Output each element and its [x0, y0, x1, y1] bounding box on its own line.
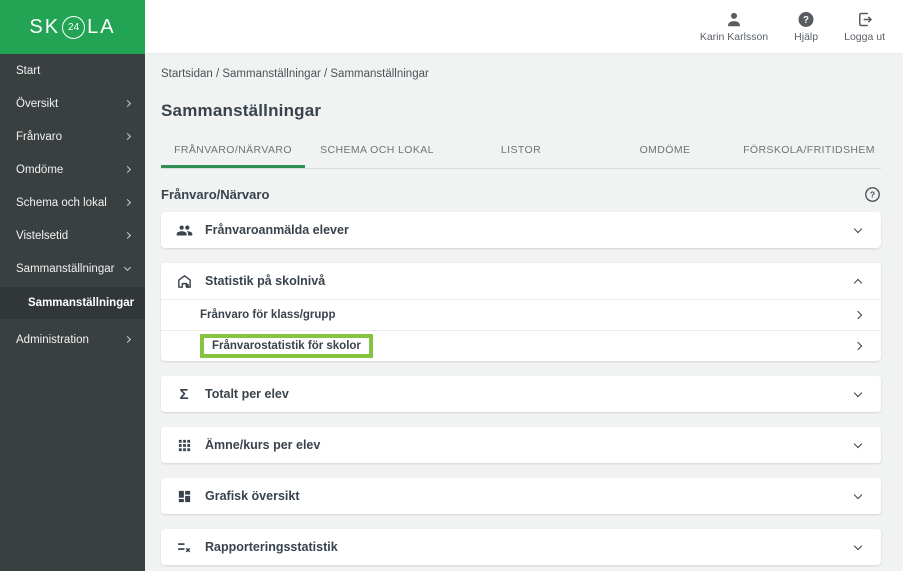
page-title: Sammanställningar — [161, 101, 322, 120]
sidebar-item-label: Administration — [16, 333, 89, 346]
chevron-down-icon — [853, 388, 863, 397]
section-title: Frånvaro/Närvaro — [161, 187, 270, 202]
link-franvaro-for-klass-grupp[interactable]: Frånvaro för klass/grupp — [161, 299, 881, 330]
chevron-down-icon — [853, 224, 863, 233]
chevron-right-icon — [123, 99, 132, 108]
sidebar-item-administration[interactable]: Administration — [0, 323, 145, 356]
sidebar-item-omdome[interactable]: Omdöme — [0, 153, 145, 186]
accordion-grafisk-oversikt: Grafisk översikt — [161, 478, 881, 514]
accordion-totalt-per-elev: Σ Totalt per elev — [161, 376, 881, 412]
sidebar-subitem-label: Sammanställningar — [28, 297, 135, 309]
sidebar-item-franvaro[interactable]: Frånvaro — [0, 120, 145, 153]
chevron-up-icon — [853, 278, 863, 287]
logo-text-pre: SK — [29, 15, 61, 38]
chevron-right-icon — [123, 231, 132, 240]
link-franvarostatistik-for-skolor[interactable]: Frånvarostatistik för skolor — [161, 330, 881, 361]
tab-forskola-fritidshem[interactable]: FÖRSKOLA/FRITIDSHEM — [737, 136, 881, 168]
tab-bar: FRÅNVARO/NÄRVARO SCHEMA OCH LOKAL LISTOR… — [161, 136, 881, 169]
sidebar-item-label: Frånvaro — [16, 130, 63, 143]
chevron-down-icon — [853, 439, 863, 448]
logo-text-post: LA — [87, 15, 116, 38]
accordion-header[interactable]: Ämne/kurs per elev — [161, 427, 881, 463]
sidebar-item-start[interactable]: Start — [0, 54, 145, 87]
sidebar-item-label: Vistelsetid — [16, 229, 69, 242]
group-icon — [175, 222, 193, 239]
sidebar-item-label: Schema och lokal — [16, 196, 107, 209]
accordion-rapporteringsstatistik: Rapporteringsstatistik — [161, 529, 881, 565]
tab-omdome[interactable]: OMDÖME — [593, 136, 737, 168]
skola24-logo[interactable]: SK 24 LA — [0, 0, 145, 54]
sidebar: SK 24 LA Start Översikt Frånvaro Omdöme Sc… — [0, 0, 145, 571]
accordion-franvaroanmalda-elever: Frånvaroanmälda elever — [161, 212, 881, 248]
chevron-right-icon — [123, 198, 132, 207]
chevron-right-icon — [123, 335, 132, 344]
chevron-right-icon — [853, 310, 863, 320]
top-bar: Karin Karlsson ? Hjälp Logga ut — [145, 0, 903, 54]
sidebar-subitem-sammanstallningar[interactable]: Sammanställningar — [0, 288, 145, 318]
tab-listor[interactable]: LISTOR — [449, 136, 593, 168]
sidebar-submenu: Sammanställningar — [0, 287, 145, 319]
chevron-down-icon — [853, 541, 863, 550]
user-icon — [725, 10, 743, 29]
sidebar-item-sammanstallningar[interactable]: Sammanställningar — [0, 252, 145, 285]
accordion-header[interactable]: Rapporteringsstatistik — [161, 529, 881, 565]
sidebar-nav: Start Översikt Frånvaro Omdöme Schema oc… — [0, 54, 145, 356]
logout-label: Logga ut — [844, 31, 885, 43]
tab-franvaro-narvaro[interactable]: FRÅNVARO/NÄRVARO — [161, 136, 305, 168]
grid-icon — [175, 438, 193, 453]
chevron-down-icon — [853, 490, 863, 499]
sub-link-label: Frånvarostatistik för skolor — [212, 340, 361, 352]
report-icon — [175, 539, 193, 556]
app-window: SK 24 LA Start Översikt Frånvaro Omdöme Sc… — [0, 0, 903, 571]
highlight-box: Frånvarostatistik för skolor — [200, 334, 373, 358]
svg-text:?: ? — [803, 15, 809, 26]
sigma-icon: Σ — [179, 385, 189, 403]
help-label: Hjälp — [794, 31, 819, 43]
school-icon — [175, 273, 193, 290]
sidebar-item-schema-och-lokal[interactable]: Schema och lokal — [0, 186, 145, 219]
sidebar-item-label: Start — [16, 64, 41, 77]
accordion-statistik-pa-skolniva: Statistik på skolnivå Frånvaro för klass… — [161, 263, 881, 361]
page-content: Startsidan / Sammanställningar / Sammans… — [145, 54, 903, 571]
main-area: Karin Karlsson ? Hjälp Logga ut Startsid… — [145, 0, 903, 571]
user-name-label: Karin Karlsson — [699, 31, 769, 43]
chevron-right-icon — [123, 132, 132, 141]
sidebar-item-label: Översikt — [16, 97, 59, 110]
chevron-down-icon — [123, 263, 132, 271]
sidebar-item-label: Omdöme — [16, 163, 64, 176]
chevron-right-icon — [123, 165, 132, 174]
accordion-header[interactable]: Grafisk översikt — [161, 478, 881, 514]
accordion-label: Ämne/kurs per elev — [205, 438, 321, 452]
chevron-right-icon — [853, 341, 863, 351]
accordion-label: Grafisk översikt — [205, 489, 300, 503]
dashboard-icon — [175, 489, 193, 504]
tab-schema-och-lokal[interactable]: SCHEMA OCH LOKAL — [305, 136, 449, 168]
section-header: Frånvaro/Närvaro ? — [161, 186, 881, 203]
help-button[interactable]: ? Hjälp — [780, 6, 832, 47]
question-circle-icon[interactable]: ? — [863, 186, 881, 203]
logout-icon — [856, 10, 874, 29]
accordion-label: Frånvaroanmälda elever — [205, 223, 349, 237]
user-menu[interactable]: Karin Karlsson — [694, 6, 774, 47]
accordion-header[interactable]: Statistik på skolnivå — [161, 263, 881, 299]
accordion-label: Rapporteringsstatistik — [205, 540, 338, 554]
svg-text:?: ? — [869, 190, 874, 200]
logout-button[interactable]: Logga ut — [838, 6, 891, 47]
highlighted-link-wrap: Frånvarostatistik för skolor — [200, 334, 855, 358]
accordion-header[interactable]: Frånvaroanmälda elever — [161, 212, 881, 248]
accordion-label: Totalt per elev — [205, 387, 289, 401]
accordion-amne-kurs-per-elev: Ämne/kurs per elev — [161, 427, 881, 463]
sidebar-item-label: Sammanställningar — [16, 262, 115, 275]
accordion-label: Statistik på skolnivå — [205, 274, 326, 288]
logo-24-circle-icon: 24 — [62, 15, 86, 39]
sub-link-label: Frånvaro för klass/grupp — [200, 309, 336, 321]
breadcrumb[interactable]: Startsidan / Sammanställningar / Sammans… — [161, 64, 881, 80]
help-icon: ? — [797, 10, 815, 29]
accordion-header[interactable]: Σ Totalt per elev — [161, 376, 881, 412]
sidebar-item-vistelsetid[interactable]: Vistelsetid — [0, 219, 145, 252]
sidebar-item-oversikt[interactable]: Översikt — [0, 87, 145, 120]
